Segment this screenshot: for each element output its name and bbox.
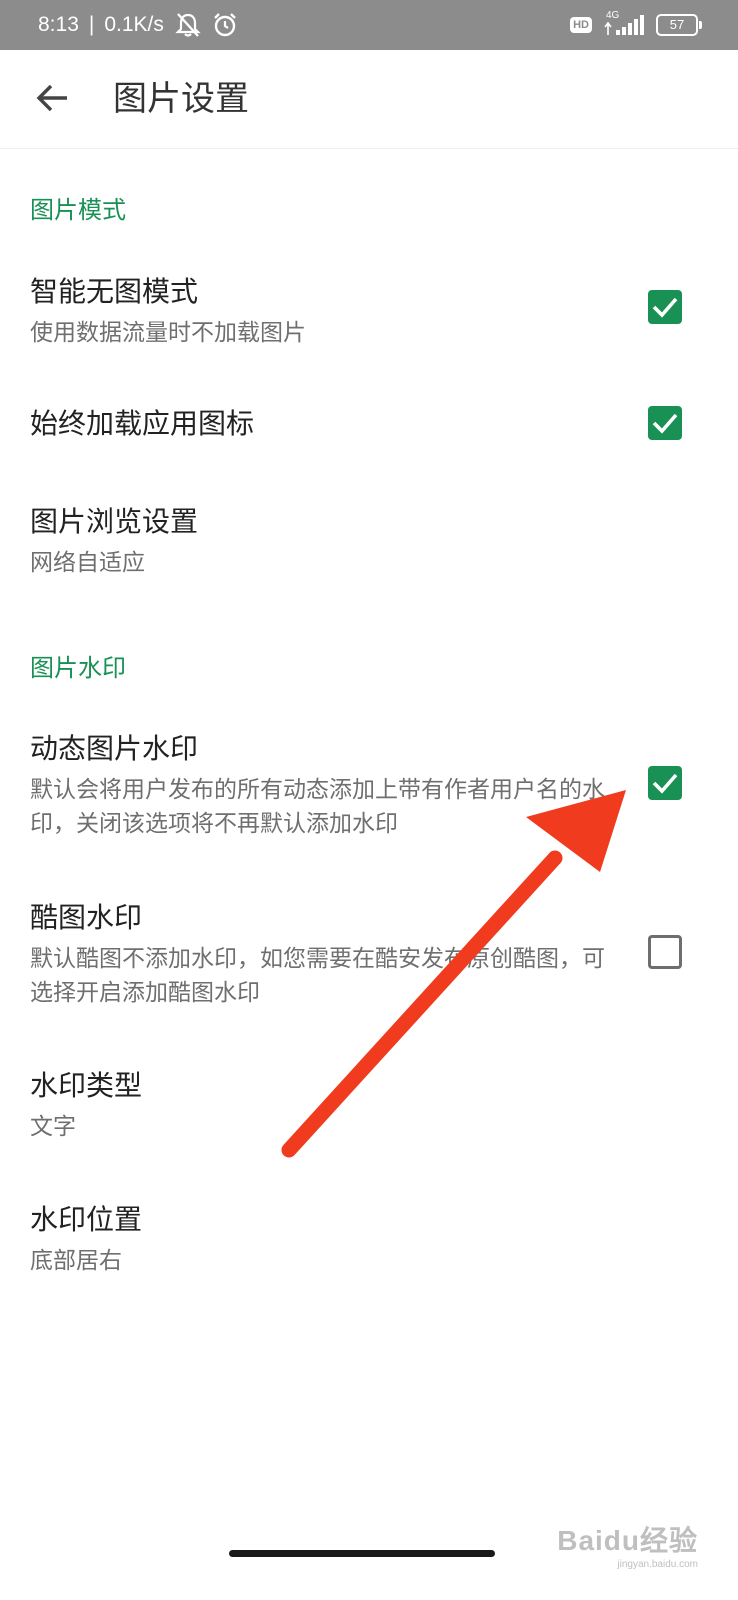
setting-title: 酷图水印 xyxy=(30,901,143,934)
watermark-main-text: Baidu经验 xyxy=(557,1525,698,1556)
status-net-speed: 0.1K/s xyxy=(104,13,164,36)
setting-dynamic-watermark[interactable]: 动态图片水印 默认会将用户发布的所有动态添加上带有作者用户名的水印，关闭该选项将… xyxy=(0,731,738,841)
setting-title: 水印位置 xyxy=(30,1203,143,1236)
alarm-icon xyxy=(212,12,238,38)
setting-always-load-icons[interactable]: 始终加载应用图标 xyxy=(0,406,738,446)
battery-icon: 57 xyxy=(656,14,702,36)
setting-image-browse[interactable]: 图片浏览设置 网络自适应 xyxy=(0,504,738,584)
setting-subtitle: 底部居右 xyxy=(30,1248,122,1274)
dynamic-watermark-checkbox[interactable] xyxy=(648,766,682,800)
status-right: HD 4G 57 xyxy=(570,0,702,50)
app-bar: 图片设置 xyxy=(0,50,738,149)
status-separator: | xyxy=(88,13,95,36)
setting-title: 水印类型 xyxy=(30,1069,143,1102)
check-icon xyxy=(652,297,678,318)
smart-no-image-checkbox[interactable] xyxy=(648,290,682,324)
setting-subtitle: 默认会将用户发布的所有动态添加上带有作者用户名的水印，关闭该选项将不再默认添加水… xyxy=(30,777,605,837)
section-header-image-mode: 图片模式 xyxy=(30,196,126,224)
watermark-sub-text: jingyan.baidu.com xyxy=(617,1559,698,1570)
setting-watermark-position[interactable]: 水印位置 底部居右 xyxy=(0,1202,738,1282)
status-left: 8:13 | 0.1K/s xyxy=(38,0,238,50)
section-header-watermark: 图片水印 xyxy=(30,654,126,682)
setting-watermark-type[interactable]: 水印类型 文字 xyxy=(0,1068,738,1148)
setting-title: 图片浏览设置 xyxy=(30,505,199,538)
back-arrow-icon xyxy=(36,84,67,112)
always-load-icons-checkbox[interactable] xyxy=(648,406,682,440)
cool-image-watermark-checkbox[interactable] xyxy=(648,935,682,969)
baidu-watermark: Baidu经验 jingyan.baidu.com xyxy=(557,1519,698,1570)
check-icon xyxy=(652,413,678,434)
setting-smart-no-image[interactable]: 智能无图模式 使用数据流量时不加载图片 xyxy=(0,274,738,354)
check-icon xyxy=(652,773,678,794)
setting-subtitle: 网络自适应 xyxy=(30,550,145,576)
setting-title: 动态图片水印 xyxy=(30,732,199,765)
status-bar: 8:13 | 0.1K/s HD 4G 57 xyxy=(0,0,738,50)
setting-title: 智能无图模式 xyxy=(30,275,199,308)
signal-icon: 4G xyxy=(602,10,646,37)
page-title: 图片设置 xyxy=(113,79,249,119)
setting-subtitle: 默认酷图不添加水印，如您需要在酷安发布原创酷图，可选择开启添加酷图水印 xyxy=(30,946,605,1006)
setting-title: 始终加载应用图标 xyxy=(30,407,255,440)
back-button[interactable] xyxy=(30,76,74,120)
setting-subtitle: 使用数据流量时不加载图片 xyxy=(30,320,306,346)
setting-cool-image-watermark[interactable]: 酷图水印 默认酷图不添加水印，如您需要在酷安发布原创酷图，可选择开启添加酷图水印 xyxy=(0,900,738,1010)
muted-bell-icon xyxy=(174,12,202,38)
status-time: 8:13 xyxy=(38,13,79,36)
setting-subtitle: 文字 xyxy=(30,1114,76,1140)
home-indicator[interactable] xyxy=(229,1550,495,1557)
hd-badge: HD xyxy=(570,17,592,33)
